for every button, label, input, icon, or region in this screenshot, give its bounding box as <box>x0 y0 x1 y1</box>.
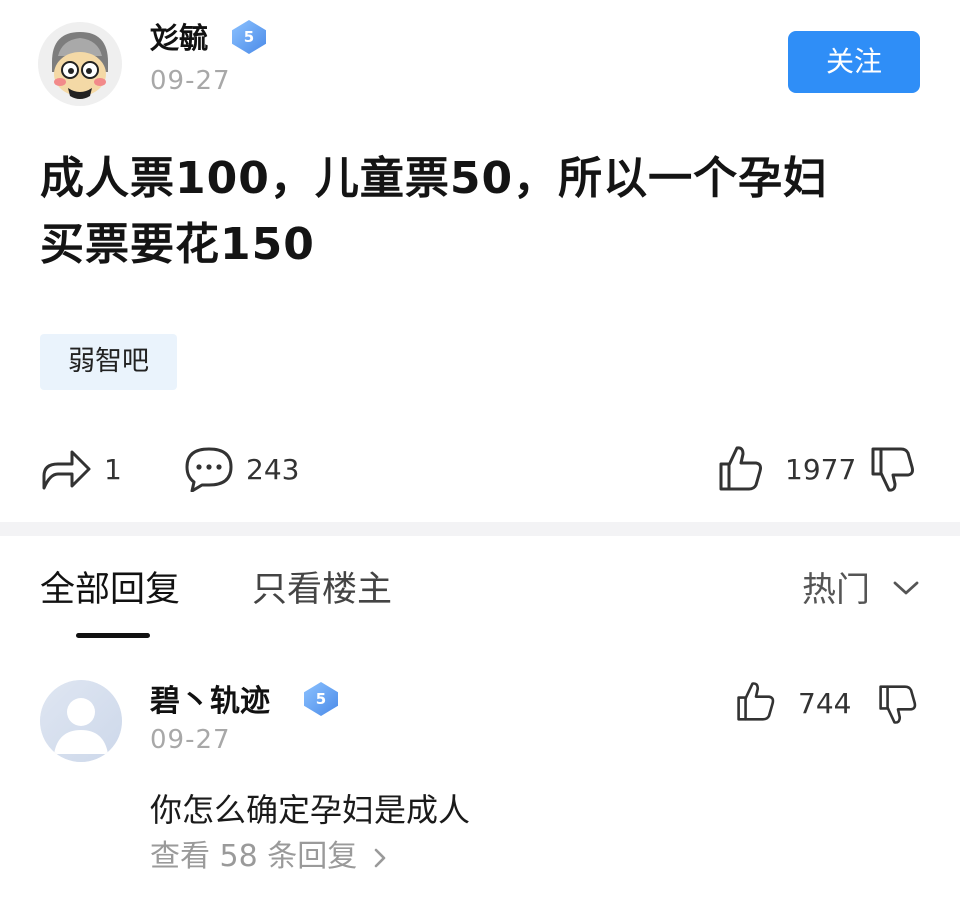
forum-tag[interactable]: 弱智吧 <box>40 334 177 390</box>
view-replies-label: 查看 58 条回复 <box>150 839 358 874</box>
share-icon[interactable] <box>40 446 92 492</box>
comment-thumbs-down-icon[interactable] <box>878 684 918 726</box>
comment-icon[interactable] <box>184 446 234 492</box>
post-date: 09-27 <box>150 66 231 96</box>
author-avatar[interactable] <box>38 22 122 106</box>
level-badge: 5 <box>304 682 338 716</box>
post-content-line: 买票要花150 <box>40 219 315 270</box>
tab-op-only[interactable]: 只看楼主 <box>252 568 392 612</box>
chevron-right-icon <box>374 848 386 867</box>
sort-label: 热门 <box>802 570 870 610</box>
comment-count: 243 <box>246 453 300 486</box>
like-count: 1977 <box>785 453 857 486</box>
post-content-line: 成人票100，儿童票50，所以一个孕妇 <box>40 153 829 204</box>
commenter-name[interactable]: 碧丶轨迹 <box>150 683 270 721</box>
sort-dropdown[interactable]: 热门 <box>802 568 870 612</box>
view-replies-link[interactable]: 查看 58 条回复 <box>150 838 387 876</box>
comment-thumbs-up-icon[interactable] <box>736 680 776 722</box>
post-content: 成人票100，儿童票50，所以一个孕妇 买票要花150 <box>40 146 920 278</box>
comment-like-count: 744 <box>798 687 852 720</box>
share-count: 1 <box>104 453 122 486</box>
commenter-avatar[interactable] <box>40 680 122 762</box>
thumbs-up-icon[interactable] <box>718 444 764 492</box>
section-divider <box>0 522 960 536</box>
active-tab-indicator <box>76 633 150 638</box>
post-author-name[interactable]: 彣毓 <box>150 20 208 56</box>
comment-text: 你怎么确定孕妇是成人 <box>150 791 471 829</box>
comment-date: 09-27 <box>150 725 231 755</box>
follow-button[interactable]: 关注 <box>788 31 920 93</box>
level-badge: 5 <box>232 20 266 54</box>
thumbs-down-icon[interactable] <box>870 446 916 494</box>
chevron-down-icon[interactable] <box>892 578 920 598</box>
tab-all-replies[interactable]: 全部回复 <box>40 568 180 612</box>
